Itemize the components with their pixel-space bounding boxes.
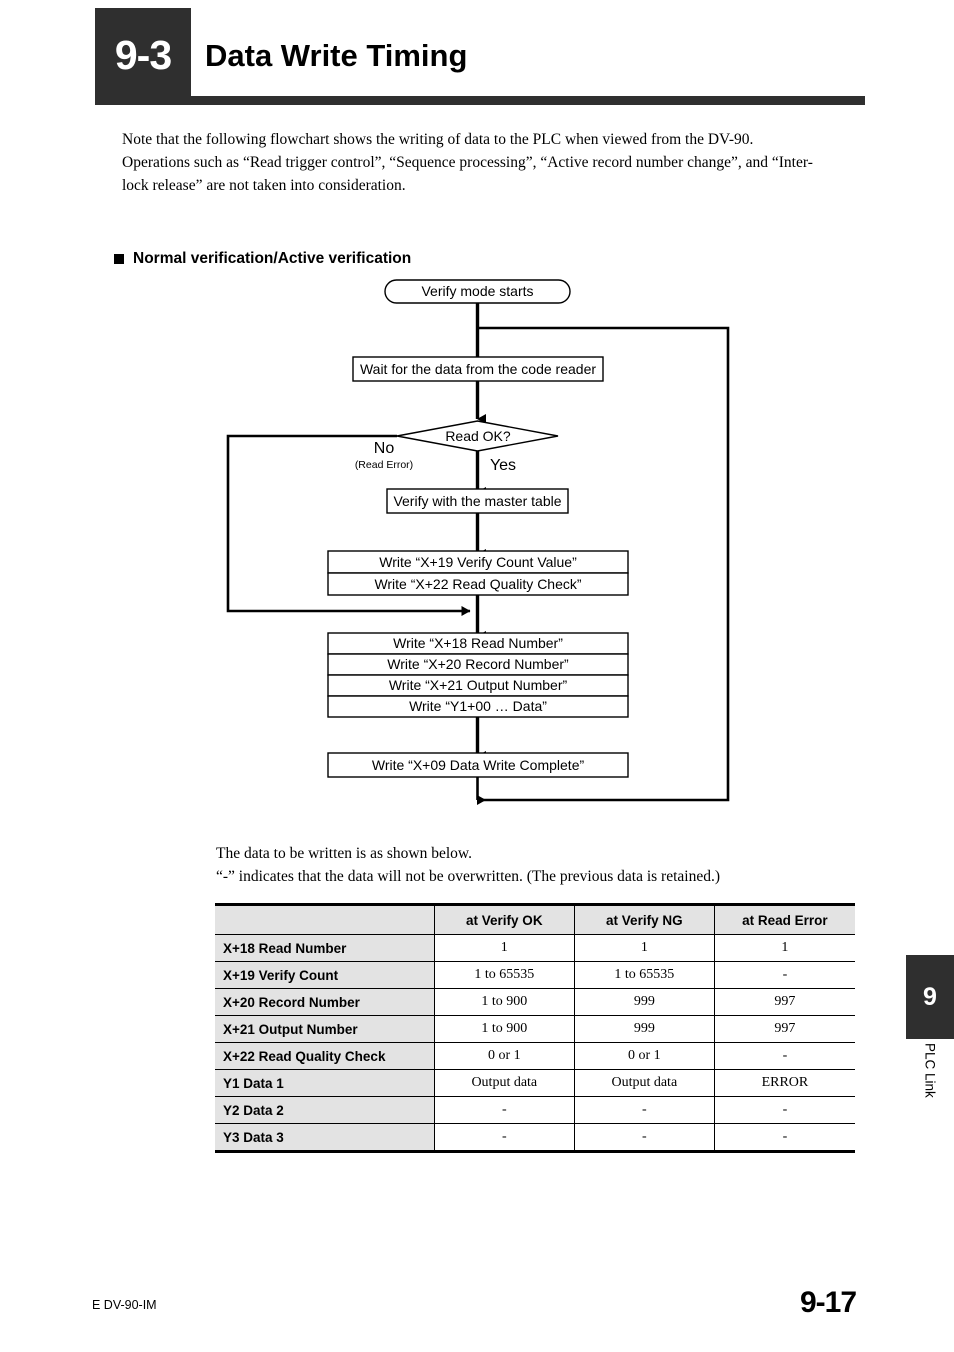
table-note-line-2: “-” indicates that the data will not be … bbox=[216, 868, 720, 885]
table-cell: - bbox=[573, 1123, 715, 1153]
table-cell: ERROR bbox=[713, 1069, 855, 1097]
branch-label-no-sub: (Read Error) bbox=[355, 459, 413, 471]
table-cell: Output data bbox=[573, 1069, 715, 1097]
table-row: Y1 Data 1 Output data Output data ERROR bbox=[215, 1069, 855, 1097]
table-cell: 0 or 1 bbox=[433, 1042, 575, 1070]
table-column-header-1: at Verify NG bbox=[573, 903, 715, 935]
chapter-number-badge: 9-3 bbox=[95, 8, 191, 103]
flow-box-write-group-2-row-3-label: Write “Y1+00 … Data” bbox=[409, 698, 547, 714]
table-row: X+19 Verify Count 1 to 65535 1 to 65535 … bbox=[215, 961, 855, 989]
table-cell: - bbox=[573, 1096, 715, 1124]
table-row: Y3 Data 3 - - - bbox=[215, 1123, 855, 1153]
table-row-label: Y2 Data 2 bbox=[215, 1096, 435, 1124]
header-rule bbox=[95, 96, 865, 105]
chapter-side-tab-label: PLC Link bbox=[906, 1043, 954, 1133]
table-note-line-1: The data to be written is as shown below… bbox=[216, 845, 472, 862]
table-note: The data to be written is as shown below… bbox=[216, 842, 896, 888]
table-cell: 1 to 900 bbox=[433, 988, 575, 1016]
square-bullet-icon bbox=[114, 254, 124, 264]
table-row-label: X+21 Output Number bbox=[215, 1015, 435, 1043]
table-column-header-2: at Read Error bbox=[713, 903, 855, 935]
chapter-header: 9-3 Data Write Timing bbox=[95, 8, 865, 105]
table-cell: - bbox=[713, 961, 855, 989]
table-header-row: at Verify OK at Verify NG at Read Error bbox=[215, 903, 855, 935]
flow-box-write-group-2-row-0-label: Write “X+18 Read Number” bbox=[393, 635, 563, 651]
table-cell: 999 bbox=[573, 988, 715, 1016]
branch-label-no: No bbox=[374, 440, 395, 457]
table-cell: 1 bbox=[433, 934, 575, 962]
branch-label-yes: Yes bbox=[490, 457, 516, 474]
table-cell: 997 bbox=[713, 1015, 855, 1043]
table-row: X+22 Read Quality Check 0 or 1 0 or 1 - bbox=[215, 1042, 855, 1070]
data-write-timing-flowchart: Verify mode starts Wait for the data fro… bbox=[0, 265, 954, 825]
table-cell: Output data bbox=[433, 1069, 575, 1097]
table-row-label: Y3 Data 3 bbox=[215, 1123, 435, 1153]
flow-box-write-group-1-row-1-label: Write “X+22 Read Quality Check” bbox=[374, 576, 581, 592]
table-cell: 1 bbox=[573, 934, 715, 962]
flow-box-write-group-2-row-1-label: Write “X+20 Record Number” bbox=[387, 656, 569, 672]
flow-decision-label: Read OK? bbox=[445, 428, 511, 444]
table-cell: - bbox=[713, 1123, 855, 1153]
intro-line-1: Note that the following flowchart shows … bbox=[122, 131, 754, 148]
table-cell: 1 to 900 bbox=[433, 1015, 575, 1043]
table-corner-cell bbox=[215, 903, 435, 935]
table-row-label: X+20 Record Number bbox=[215, 988, 435, 1016]
table-row: X+18 Read Number 1 1 1 bbox=[215, 934, 855, 962]
chapter-side-tab: 9 bbox=[906, 955, 954, 1039]
flow-box-write-group-1-row-0-label: Write “X+19 Verify Count Value” bbox=[379, 554, 577, 570]
flow-box-write-group-2-row-2-label: Write “X+21 Output Number” bbox=[389, 677, 568, 693]
data-write-values-table: at Verify OK at Verify NG at Read Error … bbox=[215, 903, 855, 1153]
flow-box-data-write-complete-label: Write “X+09 Data Write Complete” bbox=[372, 757, 585, 773]
footer-document-id: E DV-90-IM bbox=[92, 1298, 157, 1312]
table-row: Y2 Data 2 - - - bbox=[215, 1096, 855, 1124]
table-cell: - bbox=[713, 1096, 855, 1124]
flow-box-verify-master-table-label: Verify with the master table bbox=[393, 493, 561, 509]
page-title: Data Write Timing bbox=[205, 38, 468, 73]
table-cell: 1 to 65535 bbox=[573, 961, 715, 989]
table-row: X+20 Record Number 1 to 900 999 997 bbox=[215, 988, 855, 1016]
table-cell: - bbox=[433, 1096, 575, 1124]
table-row-label: X+18 Read Number bbox=[215, 934, 435, 962]
table-cell: 999 bbox=[573, 1015, 715, 1043]
table-cell: 1 bbox=[713, 934, 855, 962]
table-row-label: Y1 Data 1 bbox=[215, 1069, 435, 1097]
intro-paragraph: Note that the following flowchart shows … bbox=[122, 128, 862, 197]
table-row-label: X+19 Verify Count bbox=[215, 961, 435, 989]
table-cell: 0 or 1 bbox=[573, 1042, 715, 1070]
table-cell: 997 bbox=[713, 988, 855, 1016]
flow-start-terminator-label: Verify mode starts bbox=[421, 283, 533, 299]
table-row: X+21 Output Number 1 to 900 999 997 bbox=[215, 1015, 855, 1043]
table-cell: - bbox=[713, 1042, 855, 1070]
footer-page-number: 9-17 bbox=[799, 1286, 857, 1319]
intro-line-2: Operations such as “Read trigger control… bbox=[122, 154, 813, 171]
table-cell: - bbox=[433, 1123, 575, 1153]
table-cell: 1 to 65535 bbox=[433, 961, 575, 989]
chapter-side-tab-label-text: PLC Link bbox=[922, 1043, 938, 1098]
intro-line-3: lock release” are not taken into conside… bbox=[122, 177, 406, 194]
table-row-label: X+22 Read Quality Check bbox=[215, 1042, 435, 1070]
table-column-header-0: at Verify OK bbox=[433, 903, 575, 935]
flow-box-wait-label: Wait for the data from the code reader bbox=[360, 361, 596, 377]
